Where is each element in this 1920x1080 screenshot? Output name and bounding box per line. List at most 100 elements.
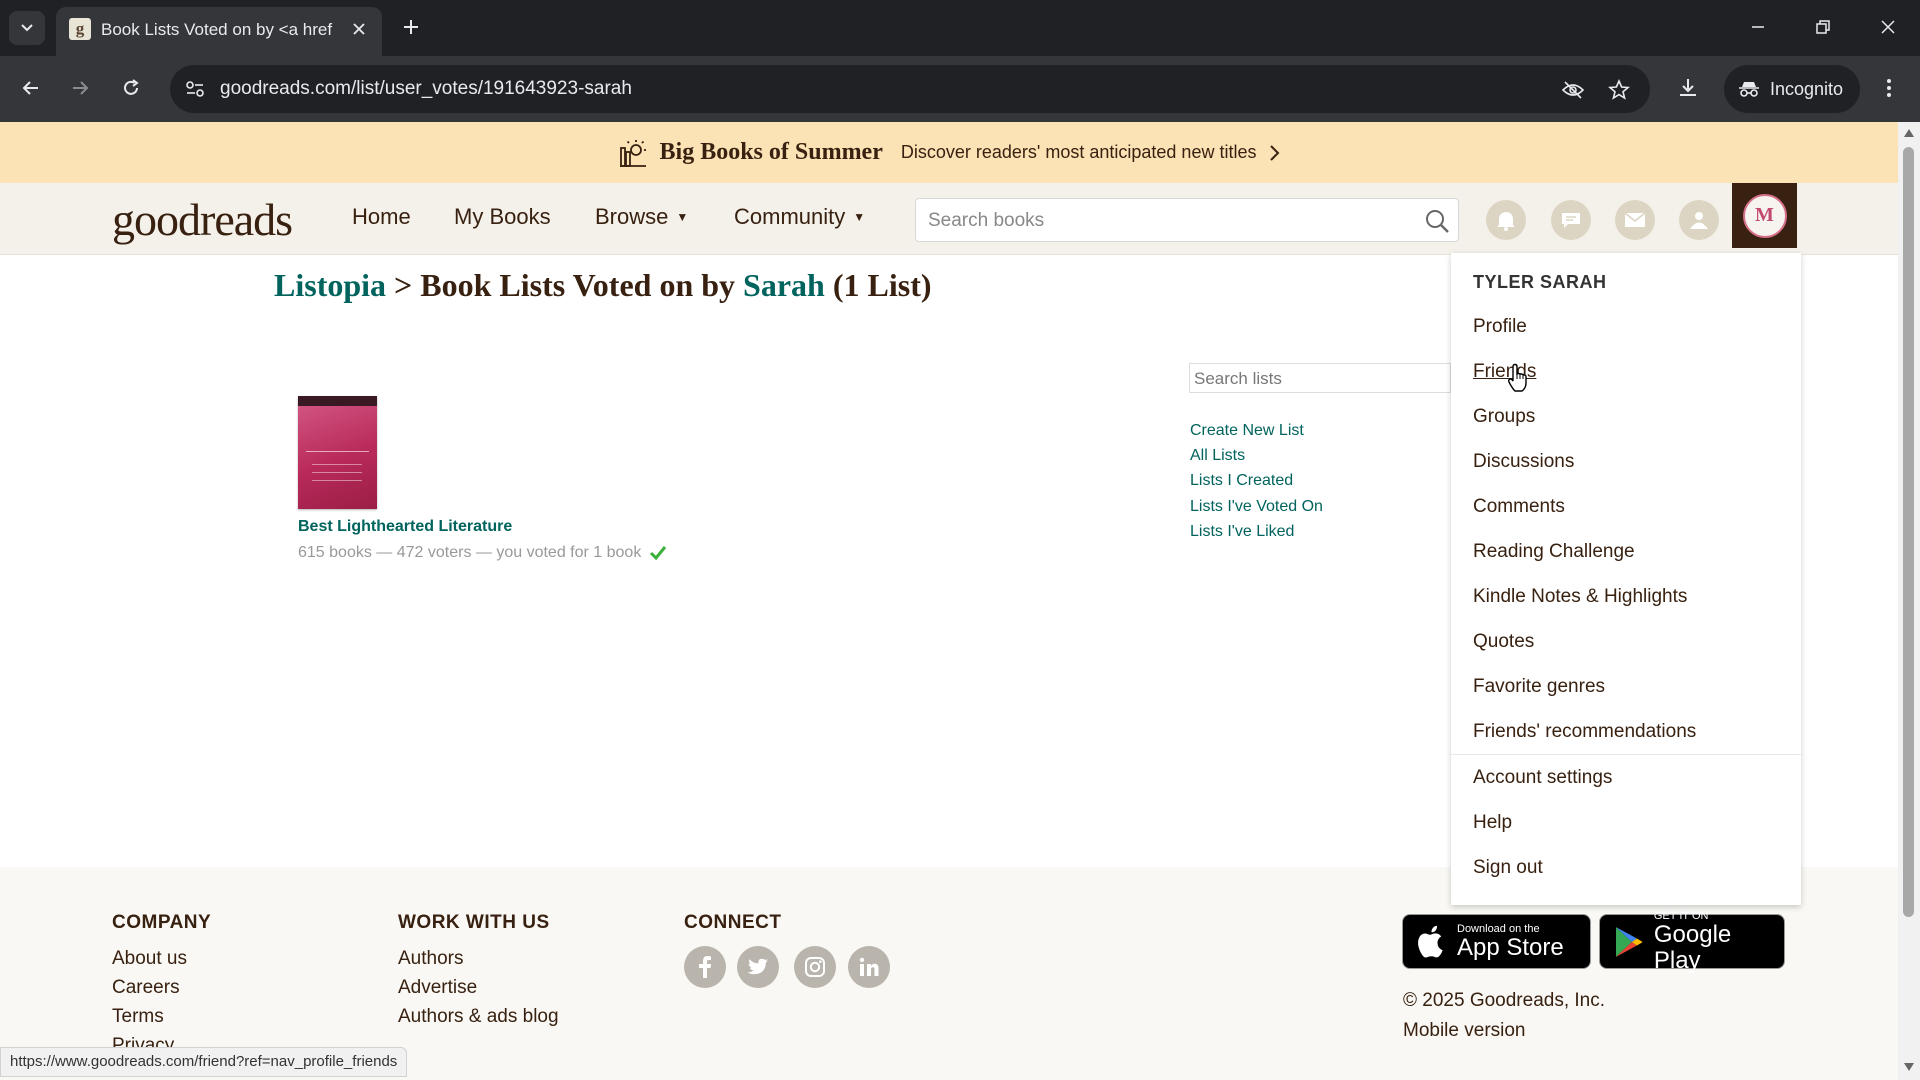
- footer-work-heading: WORK WITH US: [398, 912, 550, 933]
- google-play-icon: [1615, 926, 1643, 957]
- notifications-button[interactable]: [1486, 200, 1526, 240]
- browser-tab-active[interactable]: g Book Lists Voted on by <a href: [56, 7, 382, 56]
- dropdown-help[interactable]: Help: [1473, 812, 1512, 834]
- avatar: M: [1742, 193, 1787, 238]
- dropdown-groups[interactable]: Groups: [1473, 406, 1535, 428]
- dropdown-kindle-notes[interactable]: Kindle Notes & Highlights: [1473, 586, 1687, 608]
- promo-text: Discover readers' most anticipated new t…: [900, 142, 1257, 162]
- nav-community[interactable]: Community ▼: [734, 204, 865, 230]
- google-play-small: GET IT ON: [1653, 909, 1709, 922]
- footer-terms-link[interactable]: Terms: [112, 1006, 164, 1028]
- dropdown-reading-challenge[interactable]: Reading Challenge: [1473, 541, 1635, 563]
- lists-i-created-link[interactable]: Lists I Created: [1190, 472, 1293, 490]
- create-new-list-link[interactable]: Create New List: [1190, 422, 1304, 440]
- cover-script: [306, 430, 369, 452]
- mobile-version-link[interactable]: Mobile version: [1403, 1020, 1526, 1042]
- footer-company-heading: COMPANY: [112, 912, 212, 933]
- incognito-indicator[interactable]: Incognito: [1724, 65, 1860, 113]
- cover-line: [312, 464, 362, 465]
- forward-button[interactable]: [63, 71, 97, 105]
- reload-button[interactable]: [114, 71, 148, 105]
- footer-careers-link[interactable]: Careers: [112, 977, 180, 999]
- page-scrollbar[interactable]: [1898, 122, 1920, 1080]
- site-header: goodreads Home My Books Browse ▼ Communit…: [0, 183, 1898, 255]
- close-window-button[interactable]: [1868, 9, 1908, 45]
- messages-button[interactable]: [1615, 200, 1655, 240]
- dropdown-user-name: TYLER SARAH: [1473, 272, 1607, 292]
- twitter-icon[interactable]: [737, 946, 779, 988]
- apple-icon: [1418, 925, 1443, 958]
- arrow-right-icon: [73, 81, 89, 95]
- search-icon[interactable]: [1424, 208, 1450, 234]
- downloads-button[interactable]: [1671, 71, 1705, 105]
- goodreads-logo[interactable]: goodreads: [112, 193, 293, 246]
- profile-menu-button[interactable]: M: [1732, 183, 1797, 248]
- app-store-button[interactable]: Download on the App Store: [1402, 914, 1591, 969]
- dropdown-friends-recommendations[interactable]: Friends' recommendations: [1473, 721, 1696, 743]
- nav-home-label: Home: [352, 204, 411, 229]
- nav-browse[interactable]: Browse ▼: [595, 204, 688, 230]
- nav-my-books[interactable]: My Books: [454, 204, 551, 230]
- nav-community-label: Community: [734, 204, 846, 229]
- tab-search-button[interactable]: [9, 11, 45, 45]
- app-store-big: App Store: [1457, 933, 1564, 961]
- list-cover-image[interactable]: [298, 396, 377, 509]
- incognito-icon: [1739, 82, 1759, 97]
- chevron-right-icon: [1270, 144, 1280, 161]
- close-icon: [1881, 20, 1895, 34]
- checkmark-icon: [650, 546, 667, 561]
- dropdown-sign-out[interactable]: Sign out: [1473, 857, 1543, 879]
- caret-down-icon: ▼: [676, 210, 689, 224]
- dropdown-divider: [1451, 754, 1801, 755]
- list-title-link[interactable]: Best Lighthearted Literature: [298, 518, 512, 536]
- lists-voted-on-link[interactable]: Lists I've Voted On: [1190, 498, 1323, 516]
- instagram-icon[interactable]: [794, 946, 836, 988]
- footer-advertise-link[interactable]: Advertise: [398, 977, 477, 999]
- facebook-icon[interactable]: [684, 946, 726, 988]
- minimize-icon: [1752, 26, 1764, 28]
- search-lists-placeholder: Search lists: [1194, 369, 1282, 388]
- google-play-button[interactable]: GET IT ON Google Play: [1599, 910, 1785, 973]
- linkedin-icon[interactable]: [848, 946, 890, 988]
- site-info-icon[interactable]: [182, 77, 208, 101]
- scroll-down-arrow-icon[interactable]: [1903, 1062, 1915, 1072]
- search-books-input[interactable]: Search books: [915, 198, 1459, 242]
- browser-menu-button[interactable]: [1872, 71, 1906, 105]
- dropdown-favorite-genres[interactable]: Favorite genres: [1473, 676, 1605, 698]
- restore-button[interactable]: [1803, 9, 1843, 45]
- discussions-button[interactable]: [1551, 200, 1591, 240]
- copyright: © 2025 Goodreads, Inc.: [1403, 990, 1606, 1011]
- tab-close-button[interactable]: [346, 16, 372, 42]
- list-meta-text: 615 books — 472 voters — you voted for 1…: [298, 544, 642, 561]
- search-lists-input[interactable]: Search lists: [1189, 363, 1451, 393]
- hand-cursor-icon: [1508, 363, 1527, 392]
- tracking-protection-icon[interactable]: [1560, 77, 1586, 103]
- all-lists-link[interactable]: All Lists: [1190, 447, 1245, 465]
- sun-books-icon: [619, 139, 646, 167]
- back-button[interactable]: [14, 71, 48, 105]
- dropdown-quotes[interactable]: Quotes: [1473, 631, 1534, 653]
- nav-home[interactable]: Home: [352, 204, 411, 230]
- scroll-up-arrow-icon[interactable]: [1903, 128, 1915, 138]
- listopia-link[interactable]: Listopia: [274, 267, 386, 303]
- download-icon: [1680, 79, 1696, 96]
- footer-ads-blog-link[interactable]: Authors & ads blog: [398, 1006, 559, 1028]
- footer-authors-link[interactable]: Authors: [398, 948, 463, 970]
- bookmark-star-icon[interactable]: [1606, 77, 1632, 103]
- new-tab-button[interactable]: [396, 12, 426, 42]
- title-middle: > Book Lists Voted on by: [386, 267, 744, 303]
- dropdown-comments[interactable]: Comments: [1473, 496, 1565, 518]
- dropdown-profile[interactable]: Profile: [1473, 316, 1527, 338]
- friends-button[interactable]: [1679, 200, 1719, 240]
- people-icon: [1690, 212, 1708, 229]
- promo-banner[interactable]: Big Books of Summer Discover readers' mo…: [0, 122, 1898, 183]
- lists-liked-link[interactable]: Lists I've Liked: [1190, 523, 1294, 541]
- dropdown-account-settings[interactable]: Account settings: [1473, 767, 1612, 789]
- dropdown-discussions[interactable]: Discussions: [1473, 451, 1574, 473]
- browser-toolbar: goodreads.com/list/user_votes/191643923-…: [0, 56, 1920, 122]
- scroll-thumb[interactable]: [1903, 147, 1914, 917]
- user-link[interactable]: Sarah: [743, 267, 825, 303]
- footer-about-link[interactable]: About us: [112, 948, 187, 970]
- address-bar[interactable]: goodreads.com/list/user_votes/191643923-…: [170, 65, 1650, 113]
- minimize-button[interactable]: [1738, 9, 1778, 45]
